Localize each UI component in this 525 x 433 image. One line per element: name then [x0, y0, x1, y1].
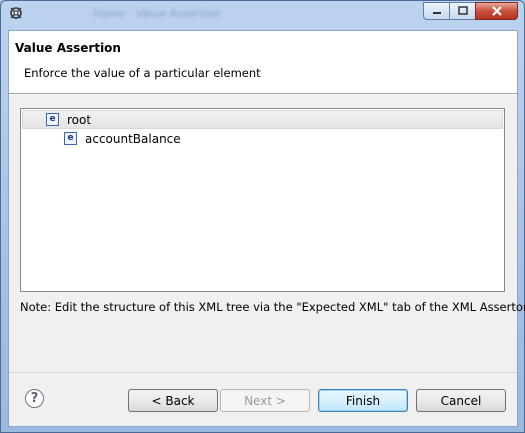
dialog-content: Value Assertion Enforce the value of a p…	[8, 30, 525, 427]
finish-button[interactable]: Finish	[318, 389, 408, 412]
next-button[interactable]: Next >	[220, 389, 310, 412]
minimize-button[interactable]	[423, 2, 449, 20]
header-divider	[9, 94, 517, 95]
button-bar-divider	[9, 372, 517, 373]
tree-item-root[interactable]: e root	[22, 110, 503, 129]
app-icon	[8, 5, 24, 21]
minimize-icon	[432, 12, 441, 14]
title-bar[interactable]: Home · Value Assertion	[1, 1, 524, 25]
next-button-label: Next >	[244, 393, 286, 408]
help-icon[interactable]: ?	[25, 389, 44, 408]
close-icon	[491, 6, 502, 16]
element-icon: e	[46, 113, 59, 126]
cancel-button[interactable]: Cancel	[416, 389, 506, 412]
note-text: Note: Edit the structure of this XML tre…	[20, 300, 525, 314]
maximize-icon	[457, 6, 468, 15]
window-title: Home · Value Assertion	[93, 7, 222, 20]
tree-item-accountbalance[interactable]: e accountBalance	[22, 129, 503, 148]
cancel-button-label: Cancel	[440, 393, 482, 408]
close-button[interactable]	[475, 2, 518, 20]
element-icon: e	[64, 132, 77, 145]
tree-item-label: accountBalance	[85, 131, 181, 146]
maximize-button[interactable]	[449, 2, 475, 20]
tree-item-label: root	[67, 112, 92, 127]
dialog-window: Home · Value Assertion Value Assertion E…	[0, 0, 525, 433]
finish-button-label: Finish	[345, 393, 381, 408]
xml-tree[interactable]: e root e accountBalance	[20, 108, 505, 292]
page-title: Value Assertion	[15, 41, 121, 55]
back-button-label: < Back	[151, 393, 195, 408]
wizard-header: Value Assertion Enforce the value of a p…	[9, 31, 517, 94]
back-button[interactable]: < Back	[128, 389, 218, 412]
page-description: Enforce the value of a particular elemen…	[24, 66, 261, 80]
